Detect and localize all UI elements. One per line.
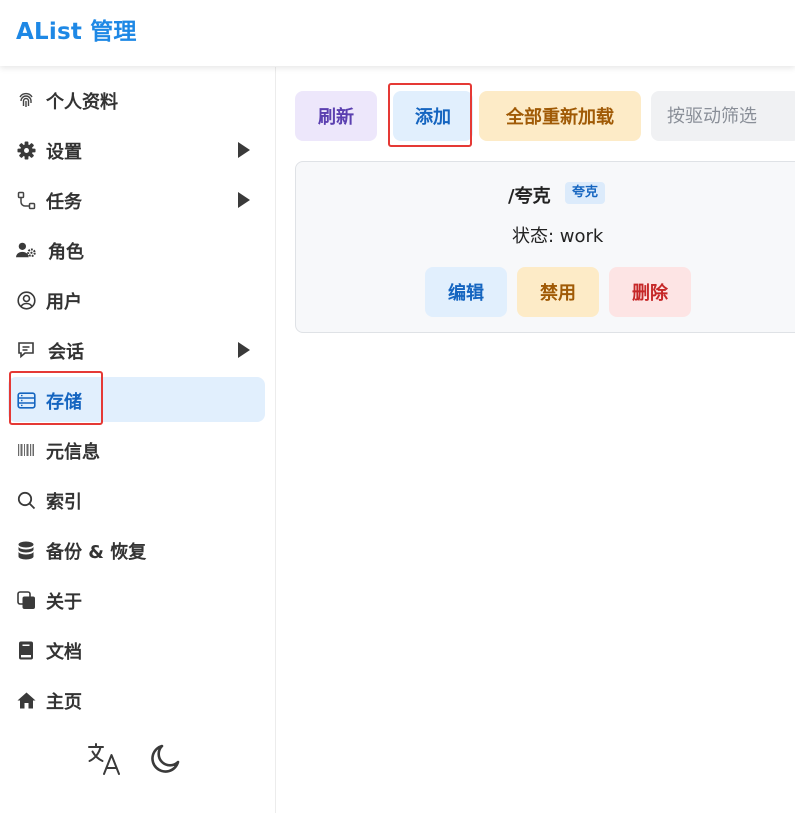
book-icon <box>16 640 36 660</box>
sidebar-item-docs[interactable]: 文档 <box>8 627 265 672</box>
storage-status: 状态: work <box>512 226 604 247</box>
sidebar-item-label: 元信息 <box>46 442 100 463</box>
sidebar-item-label: 关于 <box>46 592 82 613</box>
user-circle-icon <box>16 290 36 310</box>
sidebar-item-label: 存储 <box>46 392 82 413</box>
sidebar-item-index[interactable]: 索引 <box>8 477 265 522</box>
sidebar-item-label: 主页 <box>46 692 82 713</box>
storage-card: /夸克 夸克 状态: work 编辑 禁用 删除 <box>295 161 795 333</box>
sidebar-item-label: 设置 <box>46 142 82 163</box>
sidebar: 个人资料 设置 任务 角色 用户 会话 存储 元信息 索引 备份 & 恢复 关于… <box>0 67 276 813</box>
sidebar-item-label: 备份 & 恢复 <box>46 542 147 563</box>
add-button[interactable]: 添加 <box>393 91 473 141</box>
main-content: 刷新 添加 全部重新加载 /夸克 夸克 状态: work 编辑 禁用 删除 <box>277 67 795 813</box>
sidebar-item-label: 个人资料 <box>46 92 118 113</box>
sidebar-item-users[interactable]: 用户 <box>8 277 265 322</box>
message-icon <box>16 340 36 360</box>
storage-icon <box>16 390 36 410</box>
sidebar-item-about[interactable]: 关于 <box>8 577 265 622</box>
translate-icon[interactable] <box>85 739 125 779</box>
gear-icon <box>16 140 36 160</box>
sidebar-item-label: 角色 <box>48 242 84 263</box>
reload-all-button[interactable]: 全部重新加载 <box>479 91 641 141</box>
storage-mount-path: /夸克 <box>508 186 551 207</box>
sidebar-item-home[interactable]: 主页 <box>8 677 265 722</box>
sidebar-item-profile[interactable]: 个人资料 <box>8 77 265 122</box>
sidebar-item-settings[interactable]: 设置 <box>8 127 265 172</box>
sidebar-item-label: 任务 <box>46 192 82 213</box>
search-icon <box>16 490 36 510</box>
sidebar-item-backup-restore[interactable]: 备份 & 恢复 <box>8 527 265 572</box>
top-header: AList 管理 <box>0 0 795 66</box>
chevron-right-icon <box>238 142 250 158</box>
chevron-right-icon <box>238 342 250 358</box>
refresh-button[interactable]: 刷新 <box>295 91 377 141</box>
workflow-icon <box>16 190 36 210</box>
sidebar-item-tasks[interactable]: 任务 <box>8 177 265 222</box>
sidebar-footer <box>0 739 276 779</box>
sidebar-item-sessions[interactable]: 会话 <box>8 327 265 372</box>
sidebar-item-roles[interactable]: 角色 <box>8 227 265 272</box>
sidebar-item-label: 索引 <box>46 492 82 513</box>
database-icon <box>16 540 36 560</box>
sidebar-item-label: 文档 <box>46 642 82 663</box>
copy-icon <box>16 590 36 610</box>
home-icon <box>16 690 36 710</box>
chevron-right-icon <box>238 192 250 208</box>
sidebar-item-metadata[interactable]: 元信息 <box>8 427 265 472</box>
moon-icon[interactable] <box>145 739 185 779</box>
edit-button[interactable]: 编辑 <box>425 267 507 317</box>
disable-button[interactable]: 禁用 <box>517 267 599 317</box>
sidebar-item-label: 用户 <box>46 292 82 313</box>
fingerprint-icon <box>16 90 36 110</box>
sidebar-item-storage[interactable]: 存储 <box>8 377 265 422</box>
barcode-icon <box>16 440 36 460</box>
user-cog-icon <box>16 240 36 260</box>
driver-filter-input[interactable] <box>651 91 795 141</box>
delete-button[interactable]: 删除 <box>609 267 691 317</box>
app-title[interactable]: AList 管理 <box>16 12 137 46</box>
sidebar-item-label: 会话 <box>48 342 84 363</box>
driver-badge: 夸克 <box>565 182 606 204</box>
